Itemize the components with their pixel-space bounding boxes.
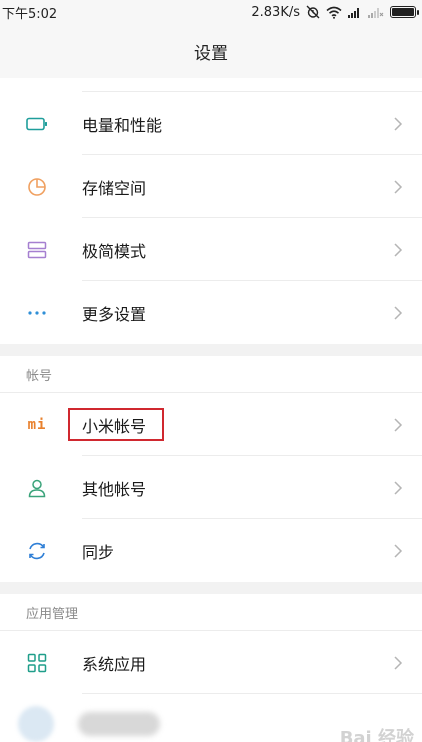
chevron-right-icon [394, 655, 403, 670]
settings-item-label: 其他帐号 [82, 479, 147, 499]
sync-icon [26, 540, 48, 562]
settings-item-simple-mode[interactable]: 极简模式 [0, 218, 422, 281]
battery-icon [26, 113, 48, 135]
person-icon [26, 477, 48, 499]
mi-logo-icon: mi [26, 414, 48, 436]
settings-item-storage[interactable]: 存储空间 [0, 155, 422, 218]
settings-item-system-apps[interactable]: 系统应用 [0, 631, 422, 694]
chevron-right-icon [394, 179, 403, 194]
blurred-list-item[interactable]: Bai 经验 [0, 694, 422, 742]
apps-group: 应用管理 系统应用 Bai 经验 [0, 594, 422, 742]
chevron-right-icon [394, 305, 403, 320]
settings-item-more[interactable]: 更多设置 [0, 281, 422, 344]
chevron-right-icon [394, 480, 403, 495]
alarm-off-icon [306, 5, 320, 19]
chevron-right-icon [394, 417, 403, 432]
settings-screen: 下午5:02 2.83K/s 设置 电量和性能 存储空间 极简模式 更多设置 帐… [0, 0, 422, 742]
storage-pie-icon [26, 176, 48, 198]
settings-item-label: 小米帐号 [82, 416, 147, 436]
battery-status-icon [390, 6, 419, 18]
blurred-app-icon [18, 706, 54, 742]
status-icons: 2.83K/s [251, 4, 419, 20]
chevron-right-icon [394, 116, 403, 131]
settings-list[interactable]: 电量和性能 存储空间 极简模式 更多设置 帐号 mi 小米帐号 其他帐号 同步 … [0, 78, 422, 742]
settings-item-label: 极简模式 [82, 241, 147, 261]
status-bar: 下午5:02 2.83K/s [0, 0, 422, 24]
signal-weak-icon [368, 8, 384, 18]
status-time: 下午5:02 [2, 6, 58, 22]
settings-item-label: 同步 [82, 542, 115, 562]
wifi-icon [326, 6, 342, 19]
watermark: Bai 经验 [339, 728, 414, 742]
mi-logo-text: mi [27, 416, 47, 433]
settings-item-label: 更多设置 [82, 304, 147, 324]
simple-mode-icon [26, 239, 48, 261]
settings-item-other-accounts[interactable]: 其他帐号 [0, 456, 422, 519]
signal-icon [348, 8, 359, 18]
settings-item-label: 系统应用 [82, 654, 147, 674]
settings-item-sync[interactable]: 同步 [0, 519, 422, 582]
section-header-accounts: 帐号 [0, 356, 422, 393]
more-dots-icon [26, 302, 48, 324]
chevron-right-icon [394, 543, 403, 558]
chevron-right-icon [394, 242, 403, 257]
settings-item-battery[interactable]: 电量和性能 [0, 92, 422, 155]
settings-item-mi-account[interactable]: mi 小米帐号 [0, 393, 422, 456]
section-header-apps: 应用管理 [0, 594, 422, 631]
grid-icon [26, 652, 48, 674]
page-title: 设置 [0, 24, 422, 78]
general-group: 电量和性能 存储空间 极简模式 更多设置 [0, 78, 422, 344]
settings-item-label: 存储空间 [82, 178, 147, 198]
accounts-group: 帐号 mi 小米帐号 其他帐号 同步 [0, 356, 422, 582]
blurred-app-label [78, 712, 160, 736]
settings-item-label: 电量和性能 [82, 115, 163, 135]
network-speed: 2.83K/s [251, 4, 300, 20]
